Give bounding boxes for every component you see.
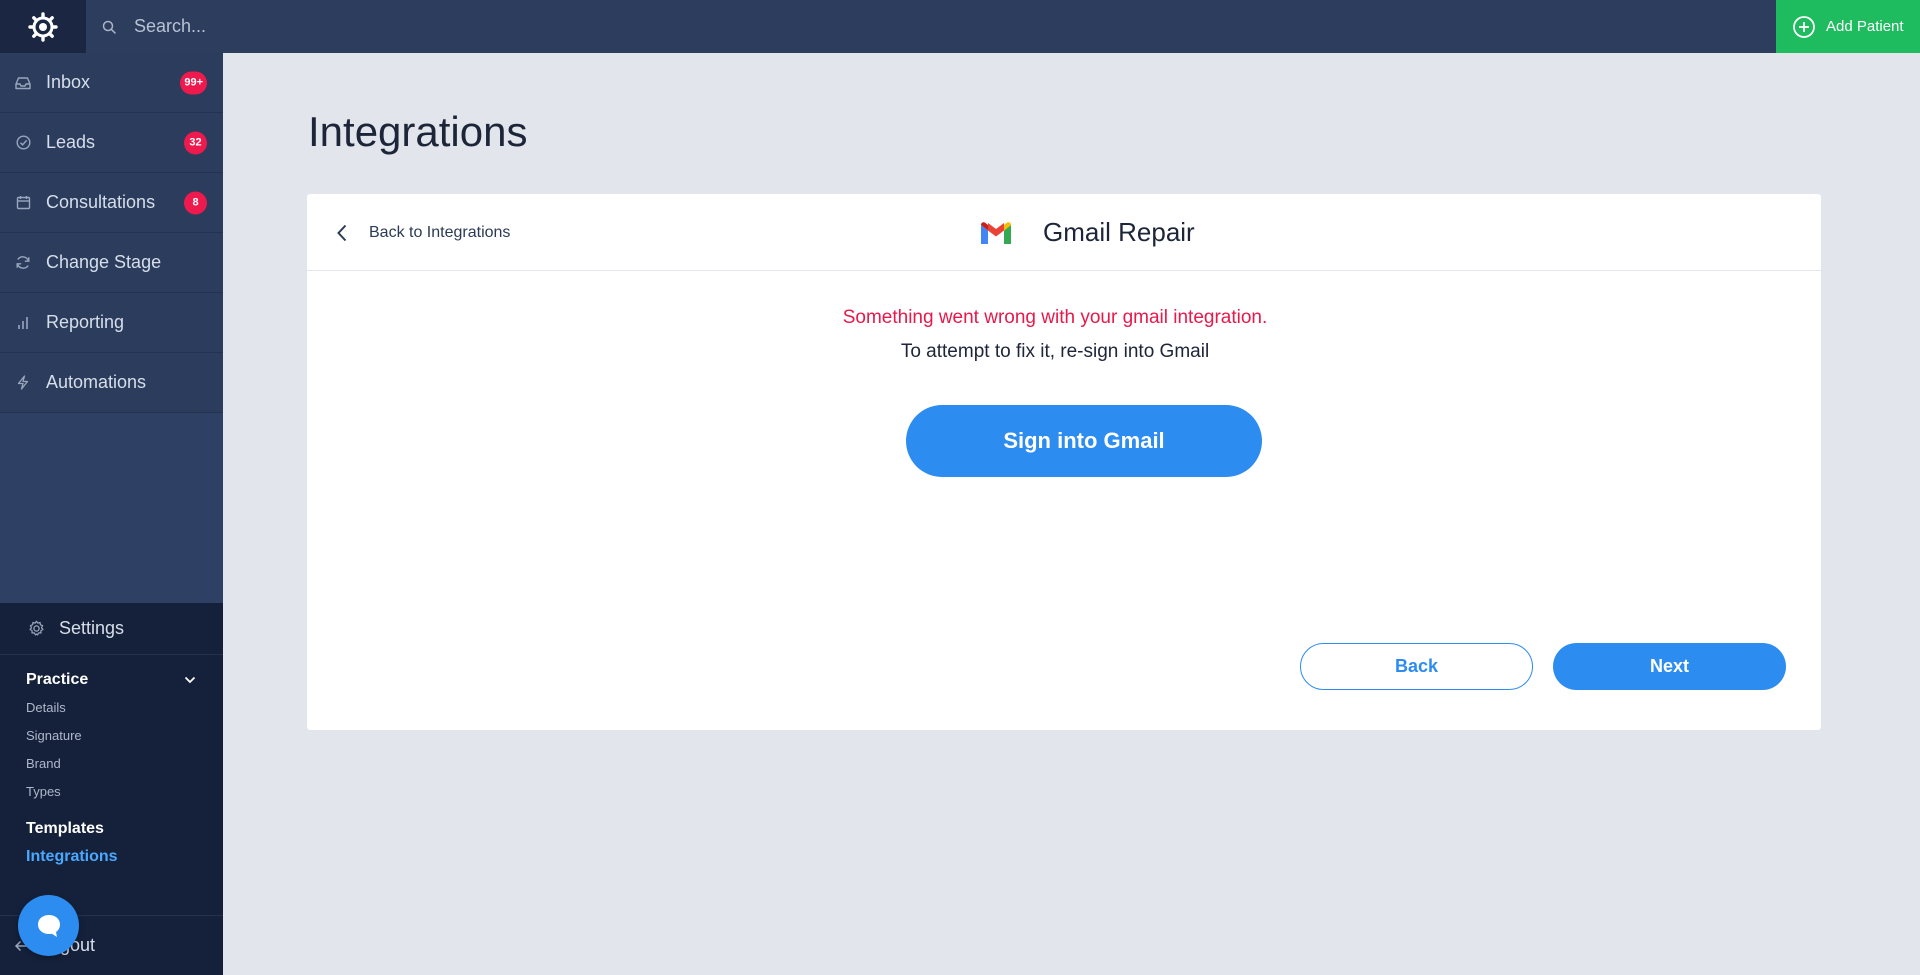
search-input[interactable] <box>134 16 1634 37</box>
gear-icon <box>28 620 45 637</box>
sign-into-gmail-button[interactable]: Sign into Gmail <box>906 405 1262 477</box>
practice-label: Practice <box>26 671 89 688</box>
chevron-left-icon <box>337 224 347 242</box>
gear-logo-icon <box>28 11 58 42</box>
check-circle-icon <box>14 134 32 152</box>
bar-chart-icon <box>14 314 32 332</box>
refresh-icon <box>14 254 32 272</box>
inbox-icon <box>14 74 32 92</box>
sidebar-item-consultations[interactable]: Consultations 8 <box>0 173 223 233</box>
calendar-icon <box>14 194 32 212</box>
inbox-count-badge: 99+ <box>180 71 207 94</box>
sidebar-item-label: Consultations <box>46 192 156 212</box>
sidebar-item-label: Inbox <box>46 72 91 92</box>
gmail-icon <box>979 220 1013 246</box>
consultations-count-badge: 8 <box>184 191 207 214</box>
settings-label: Settings <box>59 618 125 638</box>
settings-item-signature[interactable]: Signature <box>26 721 223 749</box>
sidebar-item-inbox[interactable]: Inbox 99+ <box>0 53 223 113</box>
add-patient-button[interactable]: Add Patient <box>1776 0 1920 53</box>
sidebar-item-automations[interactable]: Automations <box>0 353 223 413</box>
back-button[interactable]: Back <box>1300 643 1533 690</box>
chat-widget-button[interactable] <box>18 895 79 956</box>
back-to-integrations-label: Back to Integrations <box>369 223 511 241</box>
settings-item-details[interactable]: Details <box>26 693 223 721</box>
page-title: Integrations <box>308 108 528 155</box>
settings-item-types[interactable]: Types <box>26 777 223 805</box>
sidebar-item-label: Automations <box>46 372 147 392</box>
sidebar-item-reporting[interactable]: Reporting <box>0 293 223 353</box>
card-title-group: Gmail Repair <box>979 194 1195 271</box>
settings-item-templates[interactable]: Templates <box>26 815 196 843</box>
sidebar-item-label: Change Stage <box>46 252 162 272</box>
chat-icon <box>37 914 60 937</box>
settings-item-integrations[interactable]: Integrations <box>26 843 196 871</box>
app-logo[interactable] <box>0 0 86 53</box>
search-bar <box>86 0 1776 53</box>
top-bar: Add Patient <box>0 0 1920 53</box>
add-patient-label: Add Patient <box>1826 18 1904 35</box>
fix-instructions: To attempt to fix it, re-sign into Gmail <box>900 341 1210 362</box>
card-title: Gmail Repair <box>1043 217 1195 247</box>
sidebar-item-change-stage[interactable]: Change Stage <box>0 233 223 293</box>
back-to-integrations-link[interactable]: Back to Integrations <box>337 194 510 271</box>
practice-group-toggle[interactable]: Practice <box>26 671 196 689</box>
integration-card: Back to Integrations Gmail Repair Someth… <box>307 194 1821 730</box>
next-button[interactable]: Next <box>1553 643 1786 690</box>
card-header: Back to Integrations Gmail Repair <box>307 194 1821 271</box>
sidebar-item-label: Reporting <box>46 312 125 332</box>
leads-count-badge: 32 <box>184 131 207 154</box>
search-icon <box>102 18 120 36</box>
plus-circle-icon <box>1792 15 1816 39</box>
settings-header[interactable]: Settings <box>0 603 223 655</box>
sidebar-item-label: Leads <box>46 132 96 152</box>
settings-item-brand[interactable]: Brand <box>26 749 223 777</box>
error-message: Something went wrong with your gmail int… <box>842 307 1268 328</box>
sidebar-item-leads[interactable]: Leads 32 <box>0 113 223 173</box>
chevron-down-icon <box>184 671 196 689</box>
sidebar: Inbox 99+ Leads 32 Consultations 8 Chang… <box>0 53 223 975</box>
lightning-icon <box>14 374 32 392</box>
